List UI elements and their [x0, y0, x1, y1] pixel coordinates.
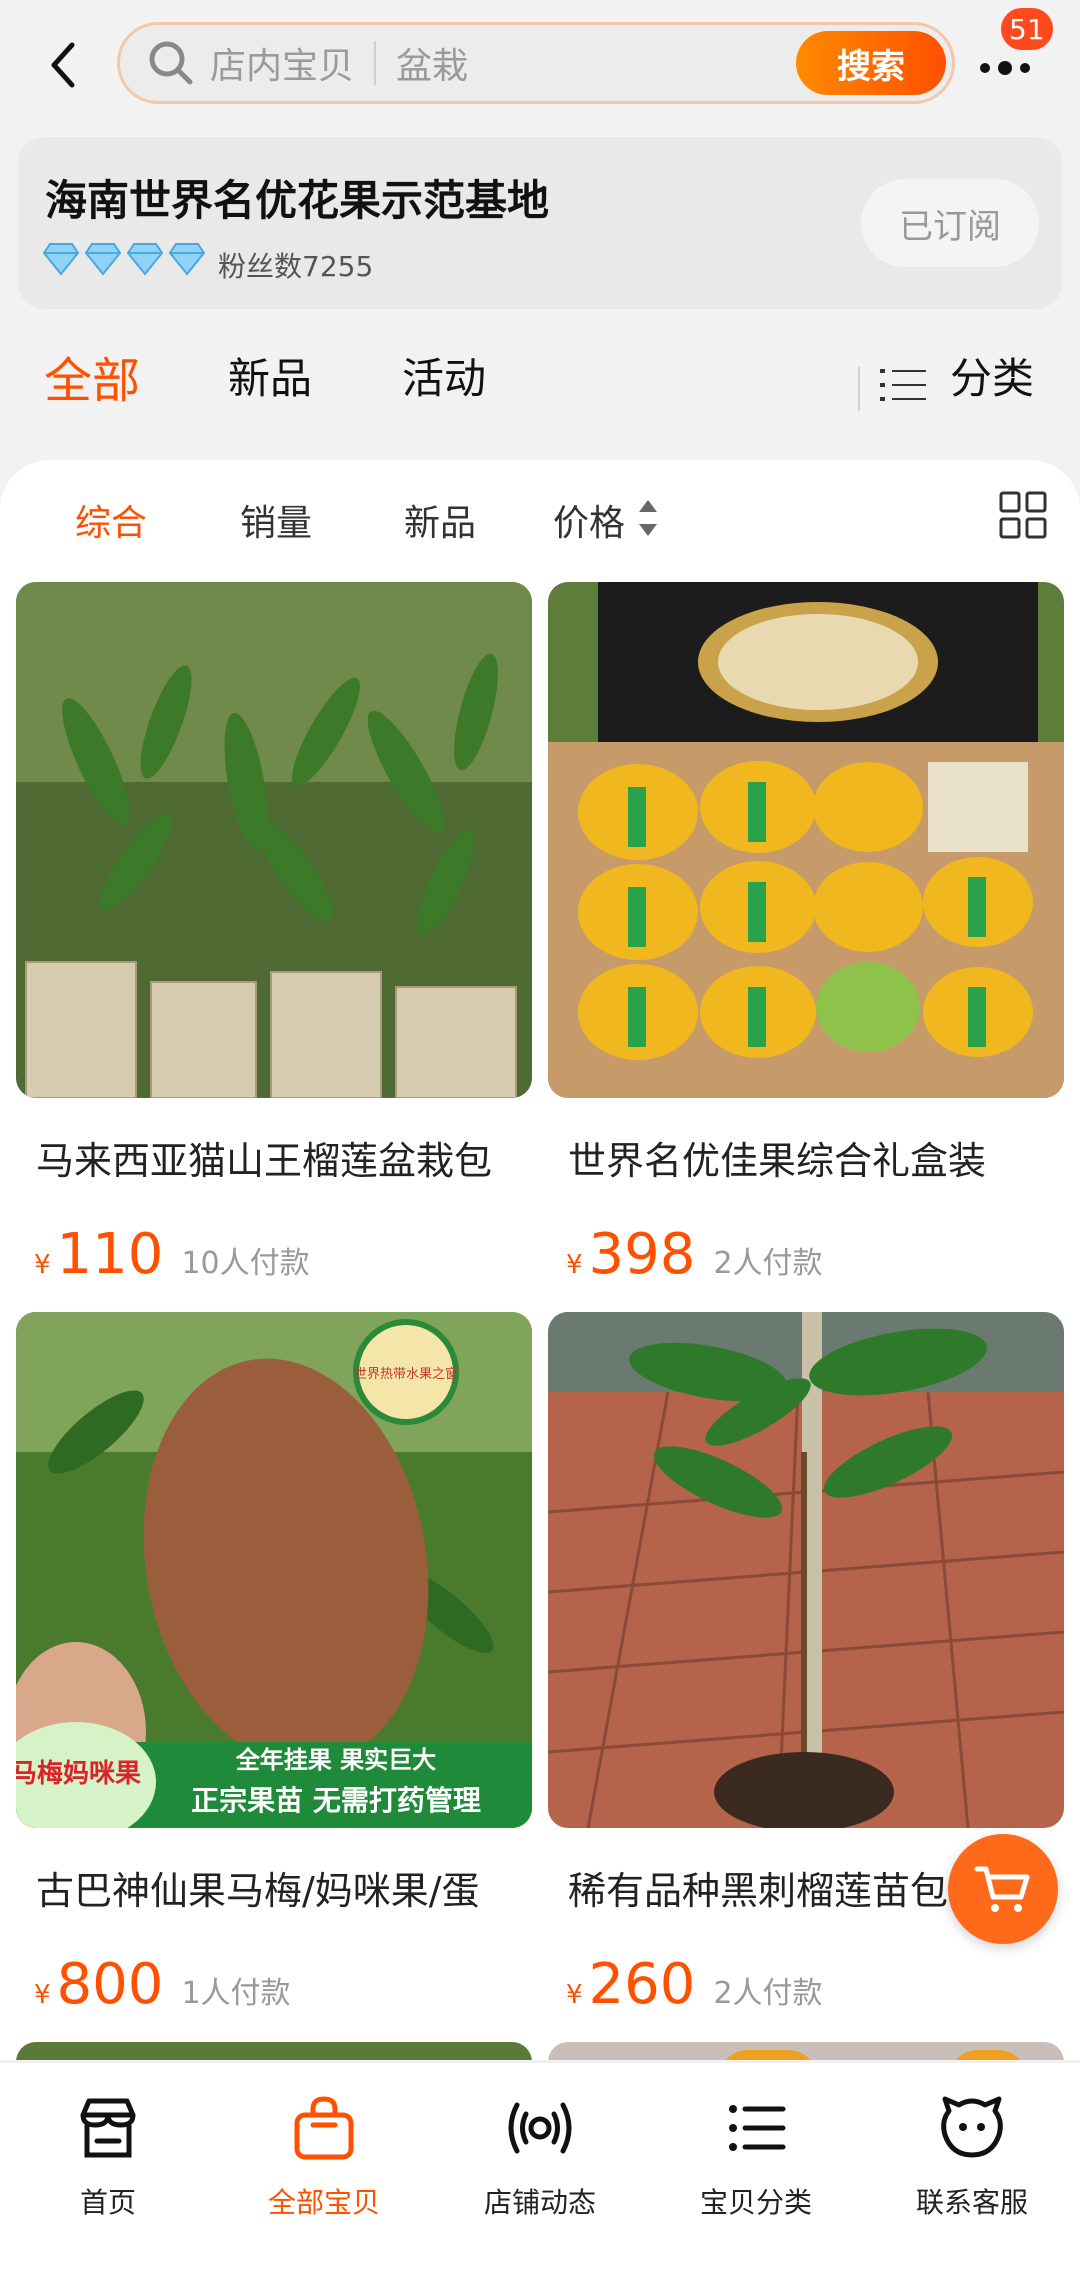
list-icon[interactable]: [880, 365, 926, 405]
fruit-shape: [948, 2050, 1028, 2060]
search-button[interactable]: 搜索: [796, 31, 946, 95]
product-title[interactable]: 世界名优佳果综合礼盒装: [568, 1130, 1068, 1185]
product-price: 110: [56, 1222, 164, 1287]
shop-rating-diamonds: [42, 242, 206, 276]
sort-new[interactable]: 新品: [404, 494, 476, 546]
nav-label: 全部宝贝: [267, 2186, 380, 2219]
cart-button[interactable]: [948, 1834, 1058, 1944]
currency-symbol: ¥: [566, 1250, 583, 1280]
nav-label: 首页: [79, 2186, 136, 2219]
buyer-count: 10人付款: [181, 1246, 310, 1281]
nav-customer-service[interactable]: 联系客服: [872, 2093, 1072, 2221]
product-card[interactable]: 马来西亚猫山王榴莲盆栽包 ¥ 110 10人付款: [16, 582, 532, 1287]
tab-category[interactable]: 分类: [950, 345, 1034, 406]
sort-price[interactable]: 价格: [553, 494, 625, 546]
subscribe-button[interactable]: 已订阅: [861, 179, 1039, 267]
sort-arrows-icon[interactable]: [637, 496, 659, 540]
product-image-partial[interactable]: [548, 2042, 1064, 2060]
tab-all[interactable]: 全部: [44, 341, 140, 411]
product-image-partial[interactable]: [16, 2042, 532, 2060]
product-image[interactable]: [16, 582, 532, 1098]
sort-sales[interactable]: 销量: [240, 494, 312, 546]
nav-categories[interactable]: 宝贝分类: [656, 2093, 856, 2221]
nav-label: 店铺动态: [483, 2186, 596, 2219]
currency-symbol: ¥: [34, 1980, 51, 2010]
product-price: 260: [588, 1952, 696, 2017]
product-card[interactable]: 世界名优佳果综合礼盒装 ¥ 398 2人付款: [548, 582, 1064, 1287]
search-icon: [144, 36, 198, 90]
diamond-icon: [126, 243, 164, 276]
search-divider: [374, 41, 377, 85]
price-row: ¥ 398 2人付款: [566, 1222, 823, 1287]
nav-home[interactable]: 首页: [8, 2093, 208, 2221]
image-banner-bottom: 正宗果苗 无需打药管理: [191, 1784, 481, 1817]
tab-new[interactable]: 新品: [228, 345, 312, 406]
tab-activity[interactable]: 活动: [402, 345, 486, 406]
back-icon: [51, 42, 75, 88]
cart-icon: [974, 1866, 1030, 1912]
product-title[interactable]: 古巴神仙果马梅/妈咪果/蛋: [36, 1860, 536, 1915]
tab-divider: [858, 367, 860, 411]
chat-bot-icon: [941, 2096, 1003, 2158]
shop-card[interactable]: 海南世界名优花果示范基地 粉丝数7255 已订阅: [18, 137, 1062, 309]
search-scope: 店内宝贝: [210, 46, 355, 87]
fans-count: 粉丝数7255: [218, 250, 374, 283]
grid-icon[interactable]: [998, 490, 1048, 540]
sort-bar: 综合 销量 新品 价格: [0, 460, 1080, 580]
nav-store-updates[interactable]: 店铺动态: [440, 2093, 640, 2221]
bag-icon: [294, 2096, 354, 2160]
nav-label: 宝贝分类: [699, 2186, 812, 2219]
notification-badge: 51: [998, 5, 1056, 53]
store-icon: [80, 2098, 136, 2158]
back-button[interactable]: [38, 35, 88, 95]
product-card[interactable]: 世界热带水果之窗 马梅妈咪果 全年挂果 果实巨大 正宗果苗 无需打药管理 古巴神…: [16, 1312, 532, 2017]
broadcast-icon: [508, 2102, 572, 2154]
fruit-shape: [718, 2050, 818, 2060]
diamond-icon: [84, 243, 122, 276]
product-image[interactable]: [548, 1312, 1064, 1828]
sort-comprehensive[interactable]: 综合: [75, 494, 147, 546]
price-row: ¥ 800 1人付款: [34, 1952, 291, 2017]
image-banner-top: 全年挂果 果实巨大: [235, 1746, 436, 1774]
buyer-count: 1人付款: [181, 1976, 291, 2011]
product-image[interactable]: 世界热带水果之窗 马梅妈咪果 全年挂果 果实巨大 正宗果苗 无需打药管理: [16, 1312, 532, 1828]
top-bar: 店内宝贝 盆栽 搜索 51: [0, 0, 1080, 130]
price-row: ¥ 260 2人付款: [566, 1952, 823, 2017]
price-row: ¥ 110 10人付款: [34, 1222, 310, 1287]
screen: 店内宝贝 盆栽 搜索 51 海南世界名优花果示范基地 粉丝数7255 已订阅 全…: [0, 0, 1080, 2285]
buyer-count: 2人付款: [713, 1246, 823, 1281]
list-icon: [729, 2105, 786, 2151]
product-panel: 综合 销量 新品 价格 马来西亚猫山王榴莲盆栽包 ¥ 110 10人付款 世界名…: [0, 460, 1080, 2060]
product-title[interactable]: 马来西亚猫山王榴莲盆栽包: [36, 1130, 536, 1185]
buyer-count: 2人付款: [713, 1976, 823, 2011]
diamond-icon: [168, 243, 206, 276]
shop-tabs: 全部 新品 活动 分类: [0, 345, 1080, 435]
logo-text: 世界热带水果之窗: [354, 1366, 458, 1382]
bottom-nav: 首页 全部宝贝 店铺动态 宝贝分类 联系客服: [0, 2062, 1080, 2285]
image-tag: 马梅妈咪果: [16, 1758, 141, 1789]
search-box[interactable]: 店内宝贝 盆栽 搜索: [117, 22, 955, 104]
product-image[interactable]: [548, 582, 1064, 1098]
nav-label: 联系客服: [915, 2186, 1028, 2219]
nav-all-items[interactable]: 全部宝贝: [224, 2093, 424, 2221]
shop-name: 海南世界名优花果示范基地: [45, 176, 550, 225]
product-price: 800: [56, 1952, 164, 2017]
diamond-icon: [42, 243, 80, 276]
currency-symbol: ¥: [566, 1980, 583, 2010]
currency-symbol: ¥: [34, 1250, 51, 1280]
product-price: 398: [588, 1222, 696, 1287]
